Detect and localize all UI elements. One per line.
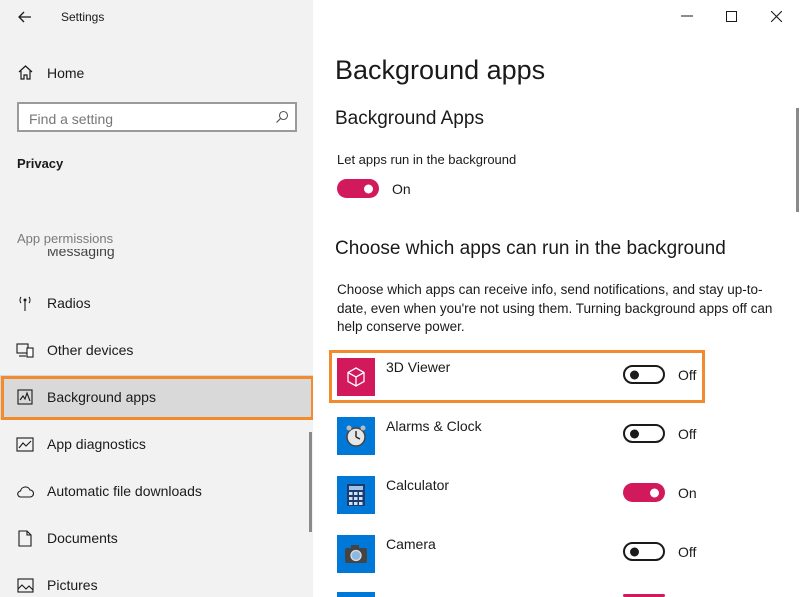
- sidebar-item-background-apps[interactable]: Background apps: [0, 375, 313, 420]
- app-row-3d-viewer: 3D Viewer Off: [335, 358, 775, 398]
- close-icon: [770, 10, 782, 22]
- other-devices-icon: [16, 341, 34, 359]
- window-title: Settings: [61, 10, 105, 24]
- sidebar-item-radios[interactable]: Radios: [0, 281, 313, 325]
- app-row-camera: Camera Off: [335, 535, 775, 575]
- app-name: Calculator: [386, 477, 450, 493]
- let-apps-state: On: [392, 181, 411, 197]
- minimize-button[interactable]: [677, 8, 697, 24]
- toggle-knob: [630, 370, 639, 379]
- app-tile: [337, 592, 375, 597]
- section-heading: Background Apps: [335, 108, 484, 129]
- app-toggle[interactable]: [623, 483, 665, 502]
- sidebar: Settings Home Find a setting Privacy App…: [0, 0, 313, 597]
- app-state: Off: [678, 544, 697, 560]
- sidebar-item-pictures[interactable]: Pictures: [0, 563, 313, 597]
- let-apps-toggle[interactable]: [337, 179, 379, 198]
- background-apps-icon: [16, 388, 34, 406]
- search-input[interactable]: Find a setting: [17, 102, 297, 132]
- radios-icon: [16, 294, 34, 312]
- app-toggle[interactable]: [623, 365, 665, 384]
- sidebar-item-label: Pictures: [47, 577, 98, 593]
- main-content: Background apps Background Apps Let apps…: [313, 0, 800, 597]
- close-button[interactable]: [766, 8, 786, 24]
- toggle-knob: [630, 429, 639, 438]
- section-title: Privacy: [17, 156, 64, 171]
- home-icon: [17, 64, 34, 86]
- app-state: Off: [678, 367, 697, 383]
- sidebar-item-label: Background apps: [47, 389, 156, 405]
- sidebar-item-label: Documents: [47, 530, 118, 546]
- sidebar-item-label: Automatic file downloads: [47, 483, 202, 499]
- section-heading: Choose which apps can run in the backgro…: [335, 238, 726, 259]
- sidebar-item-home[interactable]: Home: [0, 58, 313, 88]
- description-text: Choose which apps can receive info, send…: [337, 282, 773, 334]
- toggle-knob: [630, 547, 639, 556]
- sidebar-item-app-diagnostics[interactable]: App diagnostics: [0, 422, 313, 466]
- home-label: Home: [47, 65, 85, 81]
- app-state: On: [678, 485, 697, 501]
- let-apps-label: Let apps run in the background: [337, 152, 517, 167]
- sidebar-item-label: App diagnostics: [47, 436, 146, 452]
- main-scrollbar[interactable]: [796, 108, 799, 212]
- camera-icon: [337, 535, 375, 573]
- sidebar-item-label: Other devices: [47, 342, 134, 358]
- maximize-icon: [725, 10, 737, 22]
- app-diagnostics-icon: [16, 435, 34, 453]
- page-title: Background apps: [335, 55, 546, 85]
- app-state: Off: [678, 426, 697, 442]
- clock-icon: [337, 417, 375, 455]
- search-placeholder: Find a setting: [29, 111, 114, 127]
- sidebar-item-label: Radios: [47, 295, 91, 311]
- search-icon[interactable]: [275, 110, 289, 129]
- minimize-icon: [681, 15, 693, 17]
- toggle-knob: [650, 488, 659, 497]
- group-label: App permissions: [17, 231, 114, 246]
- app-name: Camera: [386, 536, 436, 552]
- sidebar-scrollbar[interactable]: [309, 432, 312, 532]
- cube-icon: [337, 358, 375, 396]
- picture-icon: [16, 576, 34, 594]
- app-toggle[interactable]: [623, 542, 665, 561]
- maximize-button[interactable]: [721, 8, 741, 24]
- app-row-partial: [335, 592, 775, 597]
- back-button[interactable]: [14, 6, 36, 28]
- back-arrow-icon: [18, 11, 31, 23]
- app-name: 3D Viewer: [386, 359, 451, 375]
- sidebar-item-messaging[interactable]: Messaging: [47, 249, 115, 261]
- app-name: Alarms & Clock: [386, 418, 482, 434]
- sidebar-item-automatic-file-downloads[interactable]: Automatic file downloads: [0, 469, 313, 513]
- sidebar-item-label: Messaging: [47, 249, 115, 259]
- cloud-icon: [16, 482, 34, 500]
- sidebar-item-documents[interactable]: Documents: [0, 516, 313, 560]
- app-row-alarms-clock: Alarms & Clock Off: [335, 417, 775, 457]
- calculator-icon: [337, 476, 375, 514]
- sidebar-item-other-devices[interactable]: Other devices: [0, 328, 313, 372]
- toggle-knob: [364, 184, 373, 193]
- document-icon: [16, 529, 34, 547]
- app-row-calculator: Calculator On: [335, 476, 775, 516]
- app-toggle[interactable]: [623, 424, 665, 443]
